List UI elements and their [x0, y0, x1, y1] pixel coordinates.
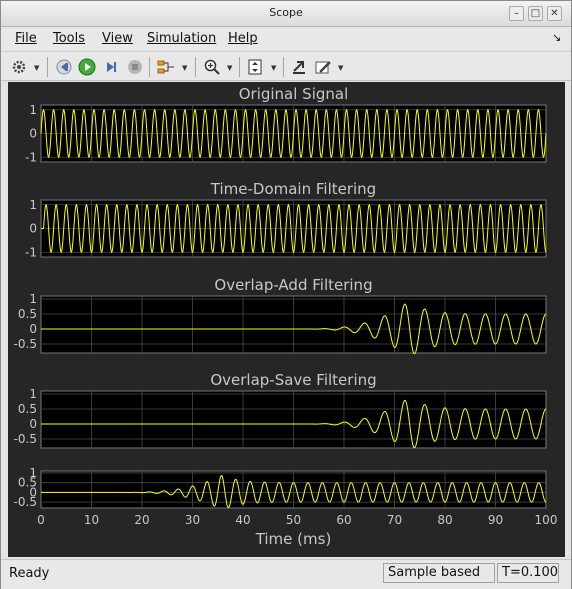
panel-3-title: Overlap-Add Filtering — [214, 276, 372, 294]
fit-dropdown-icon[interactable]: ▼ — [271, 64, 276, 72]
xtick-label: 20 — [134, 513, 149, 527]
xtick-label: 80 — [437, 513, 452, 527]
toolbar: ▼ ▼ ▼ ▼ ▼ — [1, 51, 571, 81]
menu-view[interactable]: View — [102, 31, 133, 46]
window-title: Scope — [269, 6, 303, 19]
zoom-in-icon[interactable] — [202, 57, 222, 77]
status-bar: Ready Sample based T=0.100 — [1, 559, 571, 589]
panel-5-ytick-label: -0.5 — [14, 495, 37, 509]
status-time: T=0.100 — [497, 563, 559, 583]
panel-4-ytick-label: 0 — [29, 417, 37, 431]
close-button[interactable]: ✕ — [547, 6, 562, 21]
xtick-label: 100 — [535, 513, 558, 527]
run-icon[interactable] — [77, 57, 97, 77]
style-icon[interactable] — [313, 57, 333, 77]
panel-2-title: Time-Domain Filtering — [210, 180, 376, 198]
restore-icon[interactable] — [289, 57, 309, 77]
xtick-label: 30 — [185, 513, 200, 527]
menu-help[interactable]: Help — [228, 31, 258, 46]
gear-dropdown-icon[interactable]: ▼ — [34, 64, 39, 72]
panel-3-ytick-label: -0.5 — [14, 337, 37, 351]
xtick-label: 50 — [286, 513, 301, 527]
status-ready: Ready — [9, 566, 50, 581]
minimize-button[interactable]: – — [509, 6, 524, 21]
panel-2-ytick-label: 1 — [29, 198, 37, 212]
panel-3-ytick-label: 1 — [29, 292, 37, 306]
menu-tools[interactable]: Tools — [53, 31, 85, 46]
panel-4-ytick-label: -0.5 — [14, 432, 37, 446]
scope-plots: Original Signal10-1Time-Domain Filtering… — [14, 85, 558, 548]
panel-1-title: Original Signal — [239, 85, 349, 103]
zoom-dropdown-icon[interactable]: ▼ — [227, 64, 232, 72]
panel-3-ytick-label: 0.5 — [18, 307, 37, 321]
panel-3-ytick-label: 0 — [29, 322, 37, 336]
title-bar[interactable]: Scope – □ ✕ — [1, 1, 571, 27]
fit-axes-icon[interactable] — [245, 57, 265, 77]
stop-icon[interactable] — [125, 57, 145, 77]
panel-2-ytick-label: 0 — [29, 222, 37, 236]
style-dropdown-icon[interactable]: ▼ — [338, 64, 343, 72]
panel-1-ytick-label: -1 — [25, 150, 37, 164]
undock-icon[interactable]: ↘ — [552, 31, 561, 44]
maximize-button[interactable]: □ — [528, 6, 543, 21]
panel-4-ytick-label: 0.5 — [18, 402, 37, 416]
signal-select-icon[interactable] — [156, 57, 176, 77]
scope-window: Scope – □ ✕ File Tools View Simulation H… — [0, 0, 572, 589]
step-back-icon[interactable] — [54, 57, 74, 77]
xtick-label: 70 — [387, 513, 402, 527]
status-mode: Sample based — [383, 563, 495, 583]
menu-simulation[interactable]: Simulation — [147, 31, 216, 46]
step-forward-icon[interactable] — [101, 57, 121, 77]
menu-bar: File Tools View Simulation Help ↘ — [1, 28, 571, 50]
xtick-label: 10 — [84, 513, 99, 527]
x-axis-label: Time (ms) — [255, 530, 332, 548]
panel-4-ytick-label: 1 — [29, 387, 37, 401]
panel-1-ytick-label: 0 — [29, 127, 37, 141]
xtick-label: 40 — [235, 513, 250, 527]
xtick-label: 90 — [488, 513, 503, 527]
xtick-label: 60 — [336, 513, 351, 527]
panel-2-ytick-label: -1 — [25, 245, 37, 259]
panel-1-ytick-label: 1 — [29, 103, 37, 117]
panel-4-title: Overlap-Save Filtering — [210, 371, 376, 389]
gear-icon[interactable] — [9, 57, 29, 77]
xtick-label: 0 — [37, 513, 45, 527]
plot-area: Original Signal 1 0 -1 Time-Domain Filtering… — [8, 82, 565, 557]
menu-file[interactable]: File — [15, 31, 37, 46]
signal-dropdown-icon[interactable]: ▼ — [182, 64, 187, 72]
